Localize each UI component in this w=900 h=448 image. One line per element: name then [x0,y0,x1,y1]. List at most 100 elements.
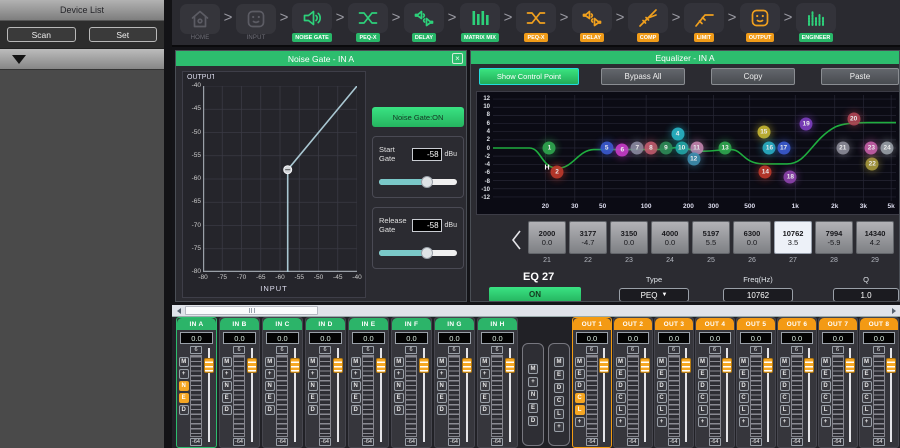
strip-button-+[interactable]: + [739,417,749,427]
channel-value[interactable]: 0.0 [395,332,428,344]
channel-value[interactable]: 0.0 [266,332,299,344]
strip-button-d[interactable]: D [657,381,667,391]
start-gate-value[interactable]: -58 [412,148,442,161]
release-gate-value[interactable]: -58 [412,219,442,232]
eq-point-17[interactable]: 17 [777,142,790,155]
strip-button-e[interactable]: E [265,393,275,403]
channel-value[interactable]: 0.0 [576,332,608,344]
strip-button-m[interactable]: M [351,357,361,367]
eq-point-1[interactable]: 1 [543,142,556,155]
strip-button-m[interactable]: M [265,357,275,367]
strip-button-m[interactable]: M [437,357,447,367]
strip-button-l[interactable]: L [698,405,708,415]
mixer-scrollbar[interactable] [172,305,900,317]
eq-point-20[interactable]: 20 [847,113,860,126]
strip-button-e[interactable]: E [394,393,404,403]
eq-point-9[interactable]: 9 [659,142,672,155]
toolbar-item-delay[interactable]: DELAY [402,3,446,42]
set-button[interactable]: Set [89,27,158,42]
strip-button-m[interactable]: M [179,357,189,367]
scroll-right-arrow[interactable] [887,305,900,316]
strip-button-c[interactable]: C [575,393,585,403]
channel-tab[interactable]: OUT 2 [614,318,652,330]
master-button-m[interactable]: M [528,364,538,374]
strip-button-c[interactable]: C [821,393,831,403]
master-button-+[interactable]: + [528,377,538,387]
strip-button-e[interactable]: E [575,369,585,379]
strip-button-c[interactable]: C [616,393,626,403]
master-button-c[interactable]: C [554,396,564,406]
toolbar-item-comp[interactable]: COMP [626,3,670,42]
channel-strip-in-d[interactable]: IN D0.0M+NED6-64 [305,317,346,448]
strip-button-l[interactable]: L [862,405,872,415]
strip-button-d[interactable]: D [437,405,447,415]
channel-value[interactable]: 0.0 [617,332,649,344]
channel-value[interactable]: 0.0 [309,332,342,344]
bands-scroll-left-icon[interactable] [511,229,522,251]
strip-button-n[interactable]: N [480,381,490,391]
noise-gate-enable-button[interactable]: Noise Gate:ON [372,107,464,127]
channel-strip-in-e[interactable]: IN E0.0M+NED6-64 [348,317,389,448]
eq-point-2[interactable]: 2 [551,166,564,179]
fader-handle[interactable] [419,358,429,373]
fader-handle[interactable] [804,358,814,373]
fader-handle[interactable] [681,358,691,373]
strip-button-c[interactable]: C [698,393,708,403]
master-button-l[interactable]: L [554,409,564,419]
eq-band-cell[interactable]: 40000.0 [651,221,689,254]
eq-point-19[interactable]: 19 [800,117,813,130]
start-gate-slider-handle[interactable] [421,176,433,188]
strip-button-m[interactable]: M [780,357,790,367]
strip-button-e[interactable]: E [862,369,872,379]
eq-point-8[interactable]: 8 [644,142,657,155]
paste-button[interactable]: Paste [821,68,899,85]
strip-button-e[interactable]: E [616,369,626,379]
channel-tab[interactable]: OUT 8 [860,318,898,330]
strip-button-d[interactable]: D [739,381,749,391]
strip-button-n[interactable]: N [437,381,447,391]
fader-handle[interactable] [722,358,732,373]
channel-tab[interactable]: IN F [392,318,431,330]
strip-button-+[interactable]: + [179,369,189,379]
channel-tab[interactable]: IN H [478,318,517,330]
fader-handle[interactable] [290,358,300,373]
strip-button-d[interactable]: D [575,381,585,391]
channel-tab[interactable]: IN A [177,318,216,330]
channel-strip-out-2[interactable]: OUT 20.0MEDCL+6-64 [613,317,653,448]
strip-button-d[interactable]: D [222,405,232,415]
strip-button-m[interactable]: M [862,357,872,367]
channel-strip-in-c[interactable]: IN C0.0M+NED6-64 [262,317,303,448]
strip-button-m[interactable]: M [394,357,404,367]
strip-button-m[interactable]: M [480,357,490,367]
strip-button-e[interactable]: E [222,393,232,403]
strip-button-c[interactable]: C [657,393,667,403]
master-button-n[interactable]: N [528,390,538,400]
channel-tab[interactable]: OUT 1 [573,318,611,330]
channel-value[interactable]: 0.0 [863,332,895,344]
toolbar-item-peq-x[interactable]: PEQ-X [346,3,390,42]
strip-button-d[interactable]: D [308,405,318,415]
eq-point-13[interactable]: 13 [719,142,732,155]
eq-point-6[interactable]: 6 [616,144,629,157]
strip-button-e[interactable]: E [739,369,749,379]
channel-strip-out-5[interactable]: OUT 50.0MEDCL+6-64 [736,317,776,448]
master-button-d[interactable]: D [528,416,538,426]
channel-strip-in-f[interactable]: IN F0.0M+NED6-64 [391,317,432,448]
q-field[interactable]: 1.0 [833,288,899,302]
toolbar-item-peq-x[interactable]: PEQ-X [514,3,558,42]
eq-point-7[interactable]: 7 [631,142,644,155]
strip-button-+[interactable]: + [575,417,585,427]
channel-tab[interactable]: OUT 5 [737,318,775,330]
channel-value[interactable]: 0.0 [822,332,854,344]
strip-button-e[interactable]: E [480,393,490,403]
channel-strip-out-4[interactable]: OUT 40.0MEDCL+6-64 [695,317,735,448]
toolbar-item-output[interactable]: OUTPUT [738,3,782,42]
strip-button-e[interactable]: E [437,393,447,403]
fader-handle[interactable] [376,358,386,373]
strip-button-d[interactable]: D [821,381,831,391]
channel-strip-in-b[interactable]: IN B0.0M+NED6-64 [219,317,260,448]
channel-value[interactable]: 0.0 [658,332,690,344]
channel-tab[interactable]: OUT 4 [696,318,734,330]
eq-point-4[interactable]: 4 [671,127,684,140]
strip-button-n[interactable]: N [394,381,404,391]
